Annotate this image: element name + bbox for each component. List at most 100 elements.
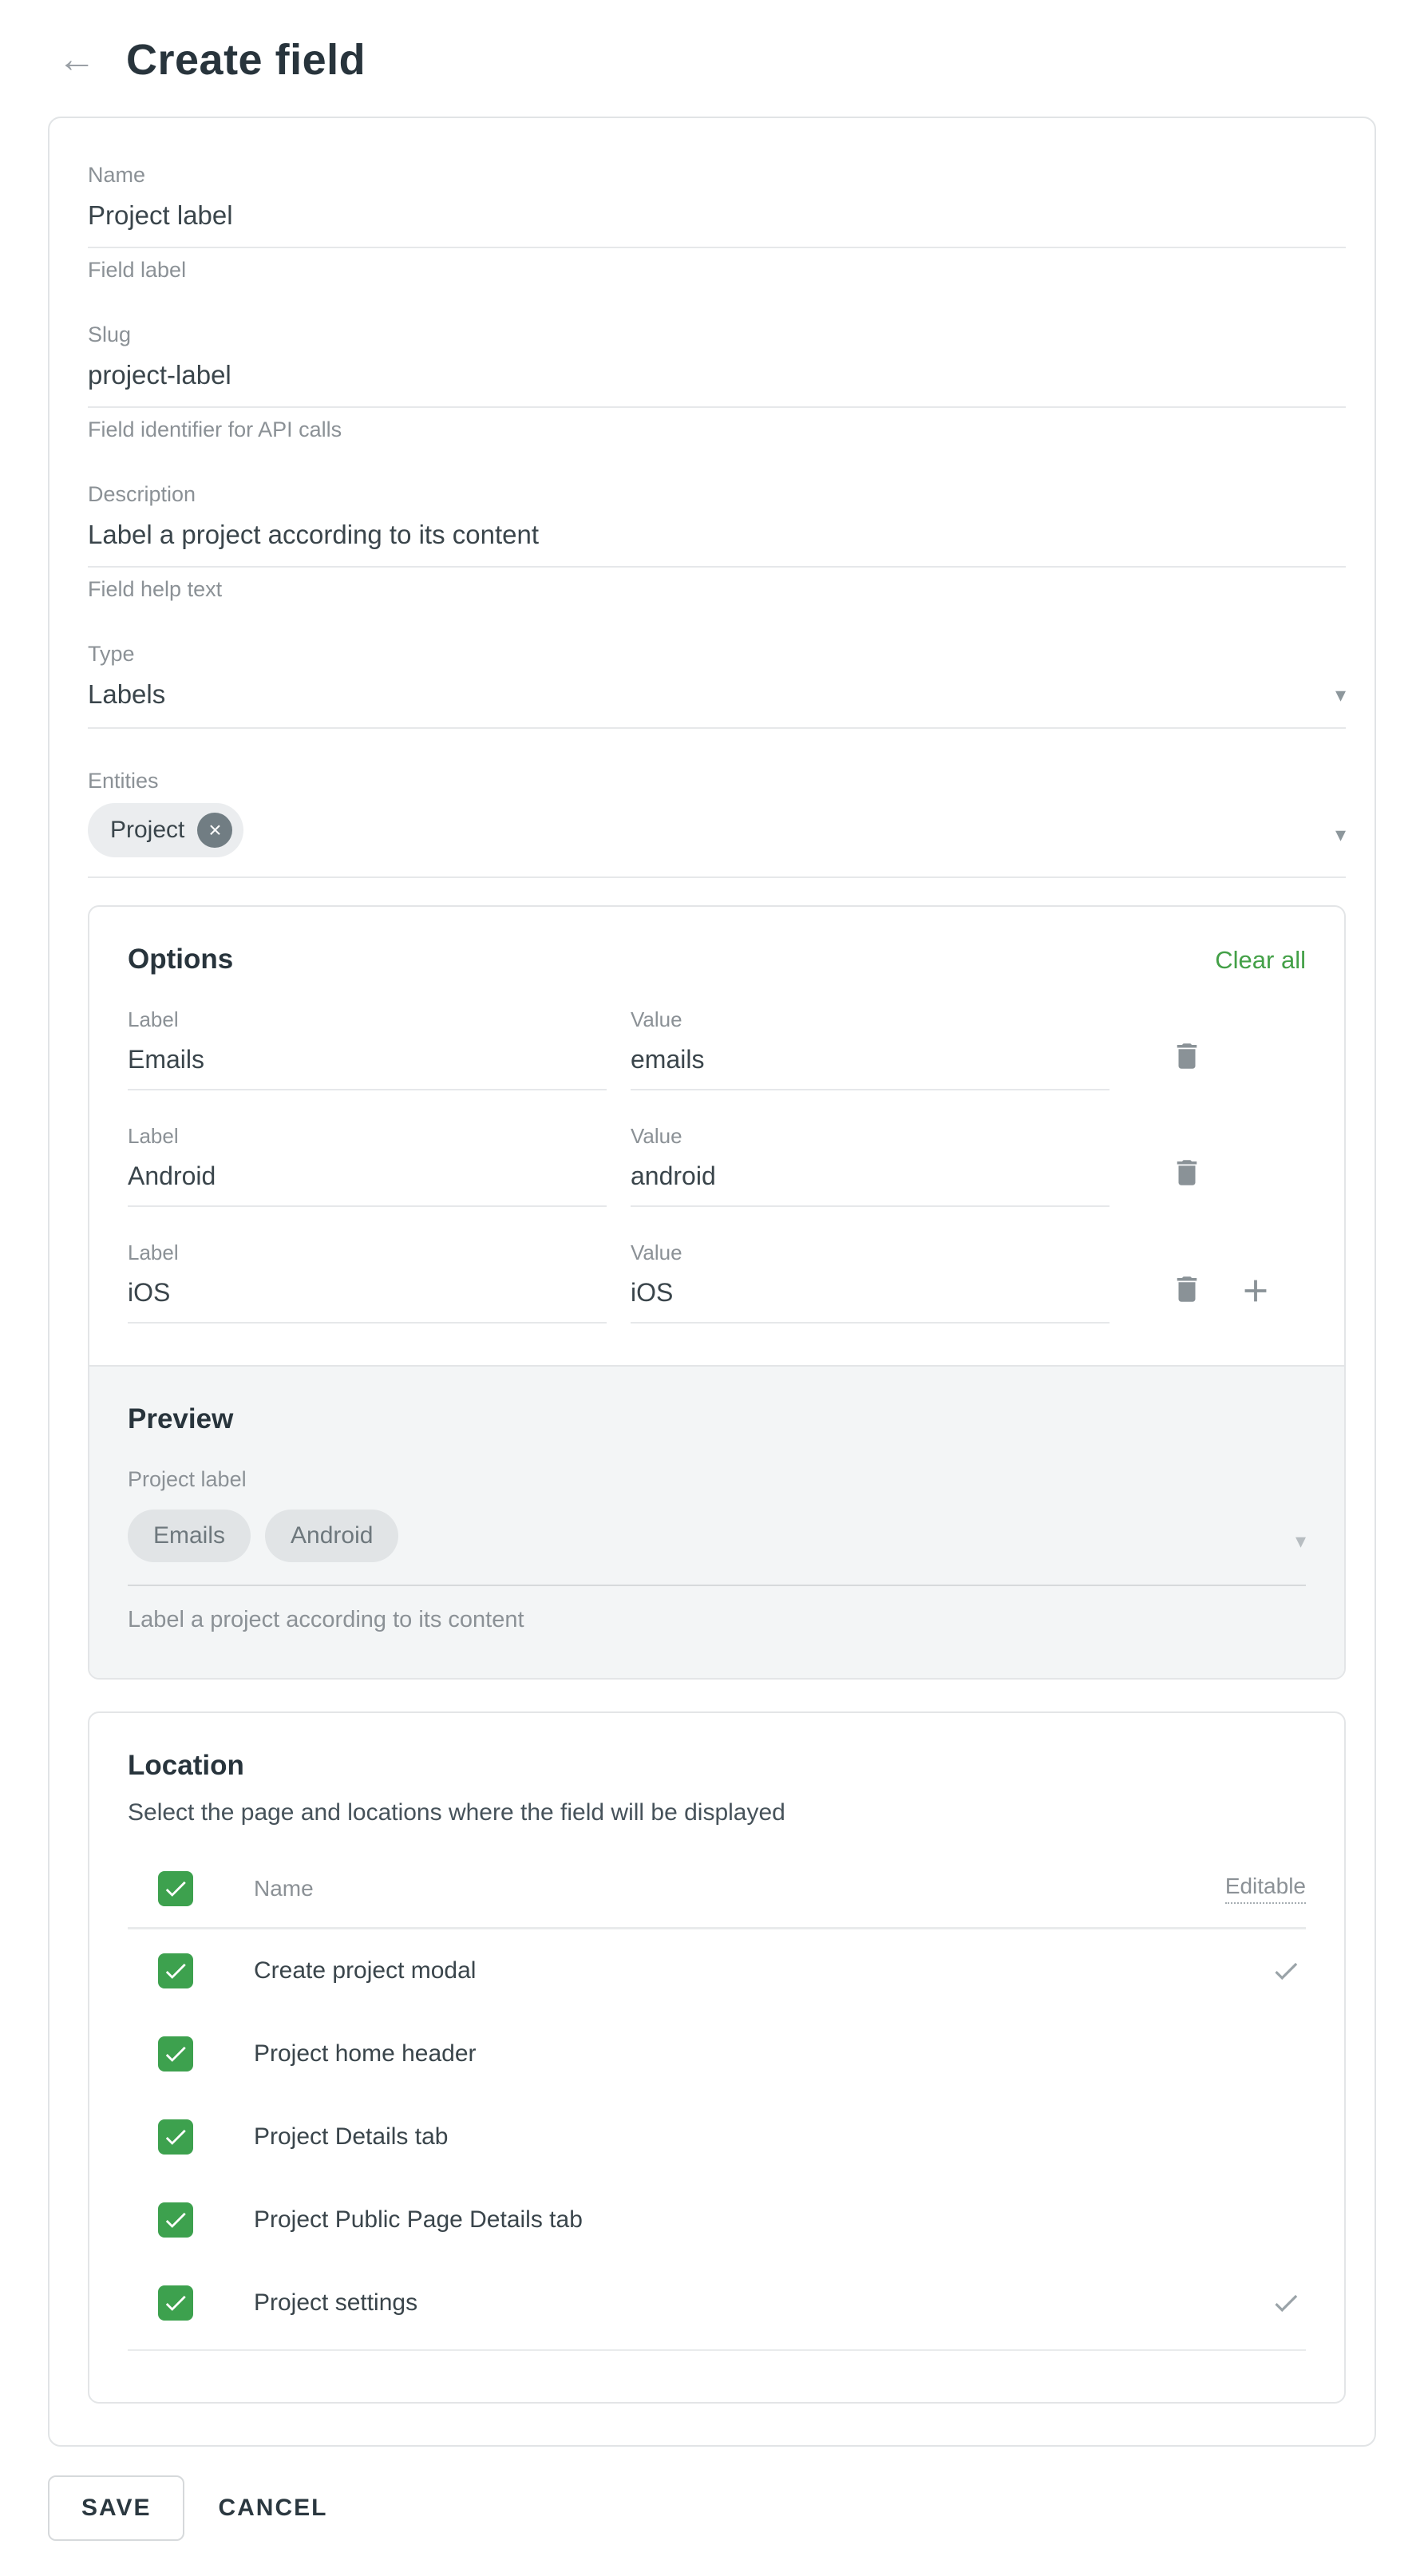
option-row: Label Value <box>128 1124 1306 1207</box>
option-value-field: Value <box>631 1007 1110 1090</box>
location-row: Project settings <box>128 2261 1306 2345</box>
check-icon <box>162 1875 189 1902</box>
check-icon <box>162 2289 189 2317</box>
description-field: Description Field help text <box>88 482 1346 602</box>
preview-field-label: Project label <box>128 1467 1306 1492</box>
location-row-checkbox[interactable] <box>158 2119 193 2155</box>
location-row: Project home header <box>128 2012 1306 2095</box>
column-header-editable[interactable]: Editable <box>1225 1874 1306 1904</box>
cancel-button[interactable]: CANCEL <box>218 2495 327 2522</box>
description-field-helper: Field help text <box>88 577 1346 602</box>
entities-field: Entities Project × ▾ <box>88 769 1346 878</box>
check-icon <box>162 2123 189 2151</box>
preview-section: Preview Project label Emails Android ▾ L… <box>89 1365 1344 1678</box>
slug-field-label: Slug <box>88 322 1346 347</box>
editable-check-icon <box>1271 2288 1301 2318</box>
option-label-input[interactable] <box>128 1272 607 1324</box>
chevron-down-icon: ▾ <box>1335 683 1346 707</box>
remove-entity-icon[interactable]: × <box>197 813 232 848</box>
option-label-field: Label <box>128 1241 607 1324</box>
option-label-field: Label <box>128 1007 607 1090</box>
options-rows: Label Value Label Value <box>89 1007 1344 1365</box>
options-card: Options Clear all Label Value Label Va <box>88 905 1346 1680</box>
location-row-name: Project Details tab <box>254 2123 448 2151</box>
option-value-input[interactable] <box>631 1039 1110 1090</box>
preview-helper: Label a project according to its content <box>128 1607 1306 1633</box>
option-row-actions <box>1133 1241 1306 1324</box>
topbar: ← Create field <box>0 0 1424 85</box>
description-field-label: Description <box>88 482 1346 507</box>
location-row: Create project modal <box>128 1929 1306 2012</box>
entity-chip: Project × <box>88 803 243 857</box>
option-row: Label Value <box>128 1007 1306 1090</box>
check-icon <box>162 1957 189 1984</box>
location-subtitle: Select the page and locations where the … <box>128 1799 1306 1826</box>
location-row-checkbox[interactable] <box>158 1953 193 1988</box>
delete-option-button[interactable] <box>1170 1272 1204 1306</box>
option-value-field: Value <box>631 1124 1110 1207</box>
add-option-button[interactable] <box>1237 1272 1274 1309</box>
delete-option-button[interactable] <box>1170 1156 1204 1189</box>
location-title: Location <box>128 1750 244 1781</box>
entities-field-label: Entities <box>88 769 1346 793</box>
trash-icon <box>1170 1272 1204 1306</box>
back-arrow-icon[interactable]: ← <box>57 41 96 79</box>
option-value-caption: Value <box>631 1241 1110 1265</box>
save-button[interactable]: SAVE <box>48 2475 184 2541</box>
check-icon <box>162 2206 189 2234</box>
preview-select[interactable]: Emails Android ▾ <box>128 1506 1306 1586</box>
option-label-caption: Label <box>128 1241 607 1265</box>
option-label-input[interactable] <box>128 1155 607 1207</box>
option-label-caption: Label <box>128 1007 607 1032</box>
description-input[interactable] <box>88 513 1346 568</box>
preview-title: Preview <box>128 1403 1306 1435</box>
slug-input[interactable] <box>88 354 1346 408</box>
editable-check-icon <box>1271 1956 1301 1986</box>
column-header-name: Name <box>254 1876 314 1901</box>
trash-icon <box>1170 1039 1204 1073</box>
plus-icon <box>1237 1272 1274 1309</box>
location-row: Project Public Page Details tab <box>128 2178 1306 2261</box>
option-label-caption: Label <box>128 1124 607 1149</box>
location-row-name: Create project modal <box>254 1957 476 1984</box>
options-header: Options Clear all <box>89 907 1344 1007</box>
form-actions: SAVE CANCEL <box>48 2475 1424 2576</box>
option-label-input[interactable] <box>128 1039 607 1090</box>
slug-field: Slug Field identifier for API calls <box>88 322 1346 442</box>
page-title: Create field <box>126 35 366 85</box>
entity-chip-label: Project <box>110 817 184 844</box>
chevron-down-icon: ▾ <box>1335 822 1346 847</box>
option-label-field: Label <box>128 1124 607 1207</box>
name-input[interactable] <box>88 194 1346 248</box>
trash-icon <box>1170 1156 1204 1189</box>
type-field-label: Type <box>88 642 1346 667</box>
option-row-actions <box>1133 1124 1306 1207</box>
location-card: Location Select the page and locations w… <box>88 1711 1346 2404</box>
slug-field-helper: Field identifier for API calls <box>88 417 1346 442</box>
option-row: Label Value <box>128 1241 1306 1324</box>
location-row-checkbox[interactable] <box>158 2285 193 2321</box>
option-value-caption: Value <box>631 1007 1110 1032</box>
preview-chip[interactable]: Android <box>265 1510 398 1562</box>
type-field: Type Labels ▾ <box>88 642 1346 729</box>
name-field-label: Name <box>88 163 1346 188</box>
options-title: Options <box>128 944 233 975</box>
option-row-actions <box>1133 1007 1306 1090</box>
chevron-down-icon: ▾ <box>1295 1529 1306 1553</box>
clear-all-button[interactable]: Clear all <box>1215 946 1306 975</box>
delete-option-button[interactable] <box>1170 1039 1204 1073</box>
entities-select[interactable]: Project × ▾ <box>88 800 1346 878</box>
type-select[interactable]: Labels ▾ <box>88 673 1346 729</box>
create-field-card: Name Field label Slug Field identifier f… <box>48 117 1376 2447</box>
option-value-input[interactable] <box>631 1155 1110 1207</box>
option-value-input[interactable] <box>631 1272 1110 1324</box>
location-table: Name Editable Create project modal Proje… <box>128 1858 1306 2351</box>
preview-chip[interactable]: Emails <box>128 1510 251 1562</box>
location-rows: Create project modal Project home header… <box>128 1929 1306 2351</box>
name-field-helper: Field label <box>88 258 1346 283</box>
type-select-value: Labels <box>88 679 165 710</box>
location-row-checkbox[interactable] <box>158 2036 193 2071</box>
location-table-header: Name Editable <box>128 1858 1306 1929</box>
location-row-checkbox[interactable] <box>158 2202 193 2238</box>
select-all-checkbox[interactable] <box>158 1871 193 1906</box>
